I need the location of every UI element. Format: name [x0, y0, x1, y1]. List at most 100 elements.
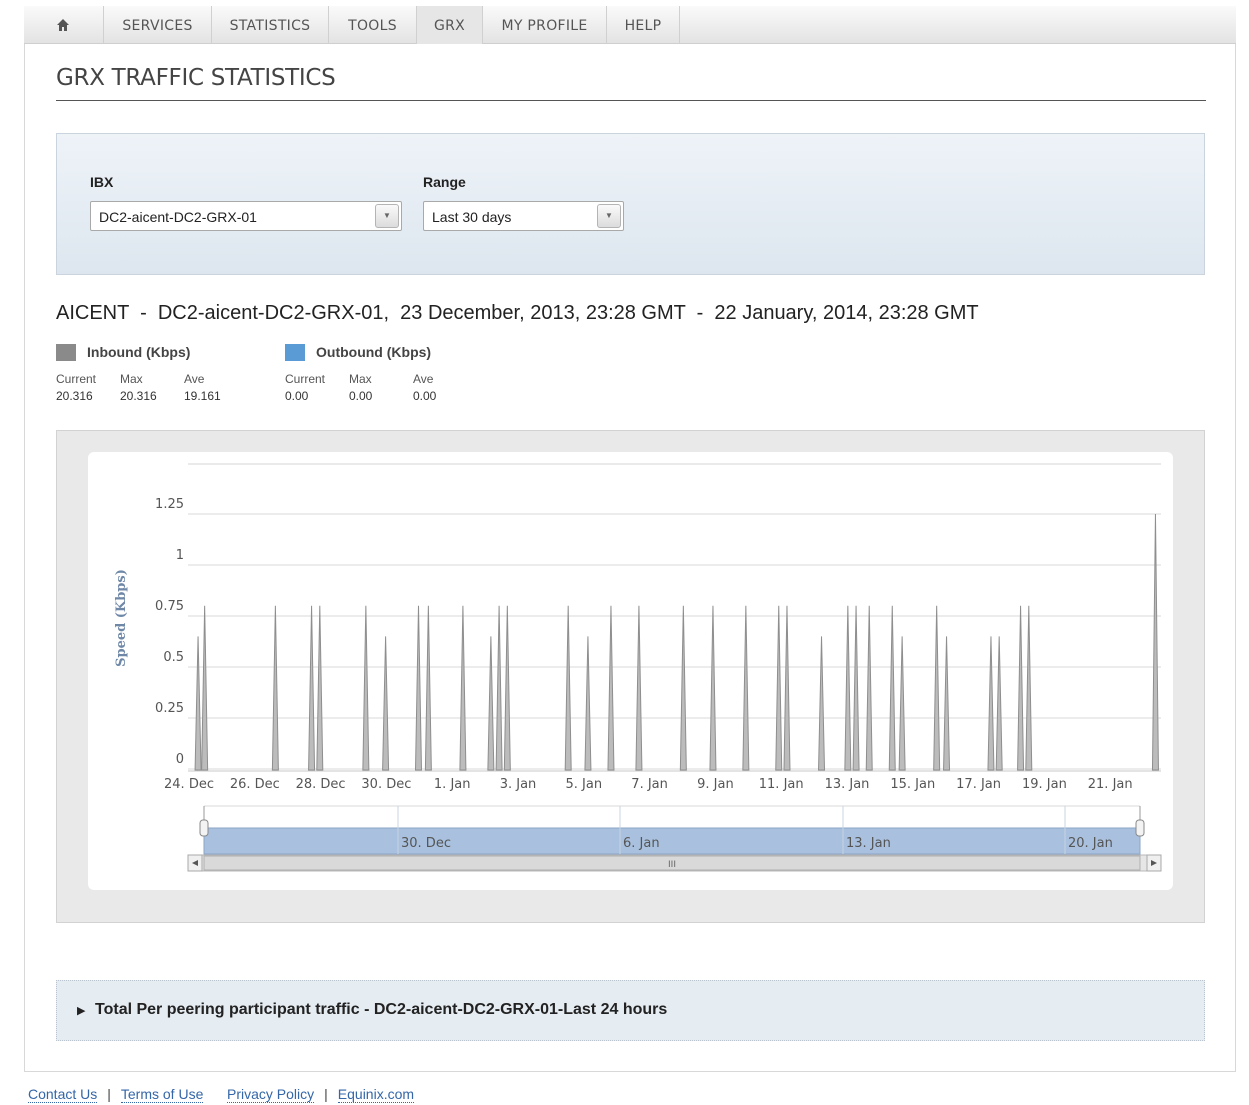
data-spike: [865, 605, 873, 771]
outbound-max-value: 0.00: [349, 389, 373, 403]
range-select-value: Last 30 days: [432, 209, 512, 225]
nav-grx[interactable]: GRX: [417, 6, 483, 44]
x-tick-label: 11. Jan: [759, 777, 804, 792]
outbound-max-head: Max: [349, 372, 372, 386]
data-spike: [584, 636, 592, 771]
data-spike: [987, 636, 995, 771]
data-spike: [1151, 513, 1159, 771]
peering-traffic-expander[interactable]: ▶ Total Per peering participant traffic …: [56, 980, 1205, 1041]
navigator-label: 30. Dec: [401, 836, 451, 851]
outbound-title: Outbound (Kbps): [316, 344, 432, 360]
data-spike: [194, 636, 202, 771]
inbound-title: Inbound (Kbps): [87, 344, 191, 360]
x-tick-label: 26. Dec: [230, 777, 280, 792]
nav-statistics[interactable]: STATISTICS: [212, 6, 329, 44]
nav-tools[interactable]: TOOLS: [329, 6, 417, 44]
y-tick-label: 0.75: [155, 599, 184, 614]
x-tick-label: 7. Jan: [631, 777, 668, 792]
nav-help[interactable]: HELP: [607, 6, 680, 44]
footer-link-equinix[interactable]: Equinix.com: [337, 1086, 415, 1103]
data-spike: [742, 605, 750, 771]
range-header: AICENT - DC2-aicent-DC2-GRX-01, 23 Decem…: [56, 302, 979, 324]
data-spike: [679, 605, 687, 771]
outbound-current-value: 0.00: [285, 389, 309, 403]
navigator-label: 20. Jan: [1068, 836, 1113, 851]
data-spike: [888, 605, 896, 771]
data-spike: [943, 636, 951, 771]
footer-link-contact[interactable]: Contact Us: [28, 1086, 98, 1103]
x-tick-label: 3. Jan: [500, 777, 537, 792]
dropdown-arrow-icon[interactable]: ▼: [375, 204, 399, 228]
y-tick-label: 0.25: [155, 701, 184, 716]
data-spike: [271, 605, 279, 771]
y-tick-label: 0.5: [163, 650, 184, 665]
chart-container: 0 0.25 0.5 0.75 1 1.25 Speed (Kbps) 24. Dec 26. …: [88, 452, 1173, 890]
x-tick-label: 13. Jan: [825, 777, 870, 792]
expand-triangle-icon[interactable]: ▶: [77, 1004, 85, 1017]
nav-home[interactable]: [24, 6, 104, 44]
scrollbar-grip: III: [668, 860, 676, 870]
footer-link-terms[interactable]: Terms of Use: [120, 1086, 204, 1103]
data-spike: [1025, 605, 1033, 771]
range-select[interactable]: Last 30 days ▼: [423, 201, 624, 231]
x-tick-label: 17. Jan: [956, 777, 1001, 792]
expander-label[interactable]: Total Per peering participant traffic - …: [95, 1001, 667, 1019]
data-spike: [564, 605, 572, 771]
filter-panel: IBX DC2-aicent-DC2-GRX-01 ▼ Range Last 3…: [56, 133, 1205, 275]
footer: Contact Us|Terms of Use|Privacy Policy|E…: [28, 1086, 415, 1103]
data-spike: [635, 605, 643, 771]
data-spike: [844, 605, 852, 771]
y-axis-label: Speed (Kbps): [114, 569, 129, 667]
outbound-swatch: [285, 344, 305, 361]
footer-separator: |: [107, 1086, 111, 1102]
x-tick-label: 30. Dec: [361, 777, 411, 792]
data-spike: [607, 605, 615, 771]
range-label: Range: [423, 174, 466, 190]
navigator-label: 13. Jan: [846, 836, 891, 851]
outbound-ave-value: 0.00: [413, 389, 437, 403]
data-spike: [308, 605, 316, 771]
dropdown-arrow-icon[interactable]: ▼: [597, 204, 621, 228]
data-spike: [487, 636, 495, 771]
data-spike: [414, 605, 423, 771]
inbound-max-head: Max: [120, 372, 143, 386]
ibx-select-value: DC2-aicent-DC2-GRX-01: [99, 209, 257, 225]
navigator-handle: [199, 819, 209, 837]
footer-separator: |: [203, 1086, 227, 1102]
data-spike: [783, 605, 791, 771]
data-spike: [503, 605, 511, 771]
y-tick-label: 1.25: [155, 497, 184, 512]
data-spike: [316, 605, 324, 771]
ibx-select[interactable]: DC2-aicent-DC2-GRX-01 ▼: [90, 201, 402, 231]
data-spike: [495, 605, 503, 771]
x-tick-label: 9. Jan: [697, 777, 734, 792]
data-spike: [852, 605, 860, 771]
inbound-max-value: 20.316: [120, 389, 157, 403]
data-spike: [775, 605, 783, 771]
inbound-ave-value: 19.161: [184, 389, 221, 403]
x-tick-label: 28. Dec: [296, 777, 346, 792]
inbound-ave-head: Ave: [184, 372, 205, 386]
traffic-chart: 0 0.25 0.5 0.75 1 1.25 Speed (Kbps) 24. Dec 26. …: [114, 463, 1162, 872]
navigator-label: 6. Jan: [623, 836, 660, 851]
data-spike: [709, 605, 717, 771]
x-tick-label: 19. Jan: [1022, 777, 1067, 792]
home-icon: [57, 19, 69, 31]
nav-my-profile[interactable]: MY PROFILE: [483, 6, 607, 44]
data-spike: [362, 605, 370, 771]
data-spike: [818, 636, 826, 771]
inbound-current-head: Current: [56, 372, 97, 386]
navigator-handle: [1135, 819, 1145, 837]
data-spike: [459, 605, 467, 771]
nav-services[interactable]: SERVICES: [104, 6, 212, 44]
navigator-range: [203, 827, 1141, 855]
data-spike: [995, 636, 1003, 771]
top-nav: SERVICES STATISTICS TOOLS GRX MY PROFILE…: [24, 6, 1236, 44]
data-spike: [424, 605, 432, 771]
x-tick-label: 21. Jan: [1088, 777, 1133, 792]
footer-separator: |: [324, 1086, 328, 1102]
x-tick-label: 15. Jan: [890, 777, 935, 792]
y-tick-label: 1: [176, 548, 184, 563]
footer-link-privacy[interactable]: Privacy Policy: [227, 1086, 315, 1103]
title-divider: [56, 100, 1206, 101]
